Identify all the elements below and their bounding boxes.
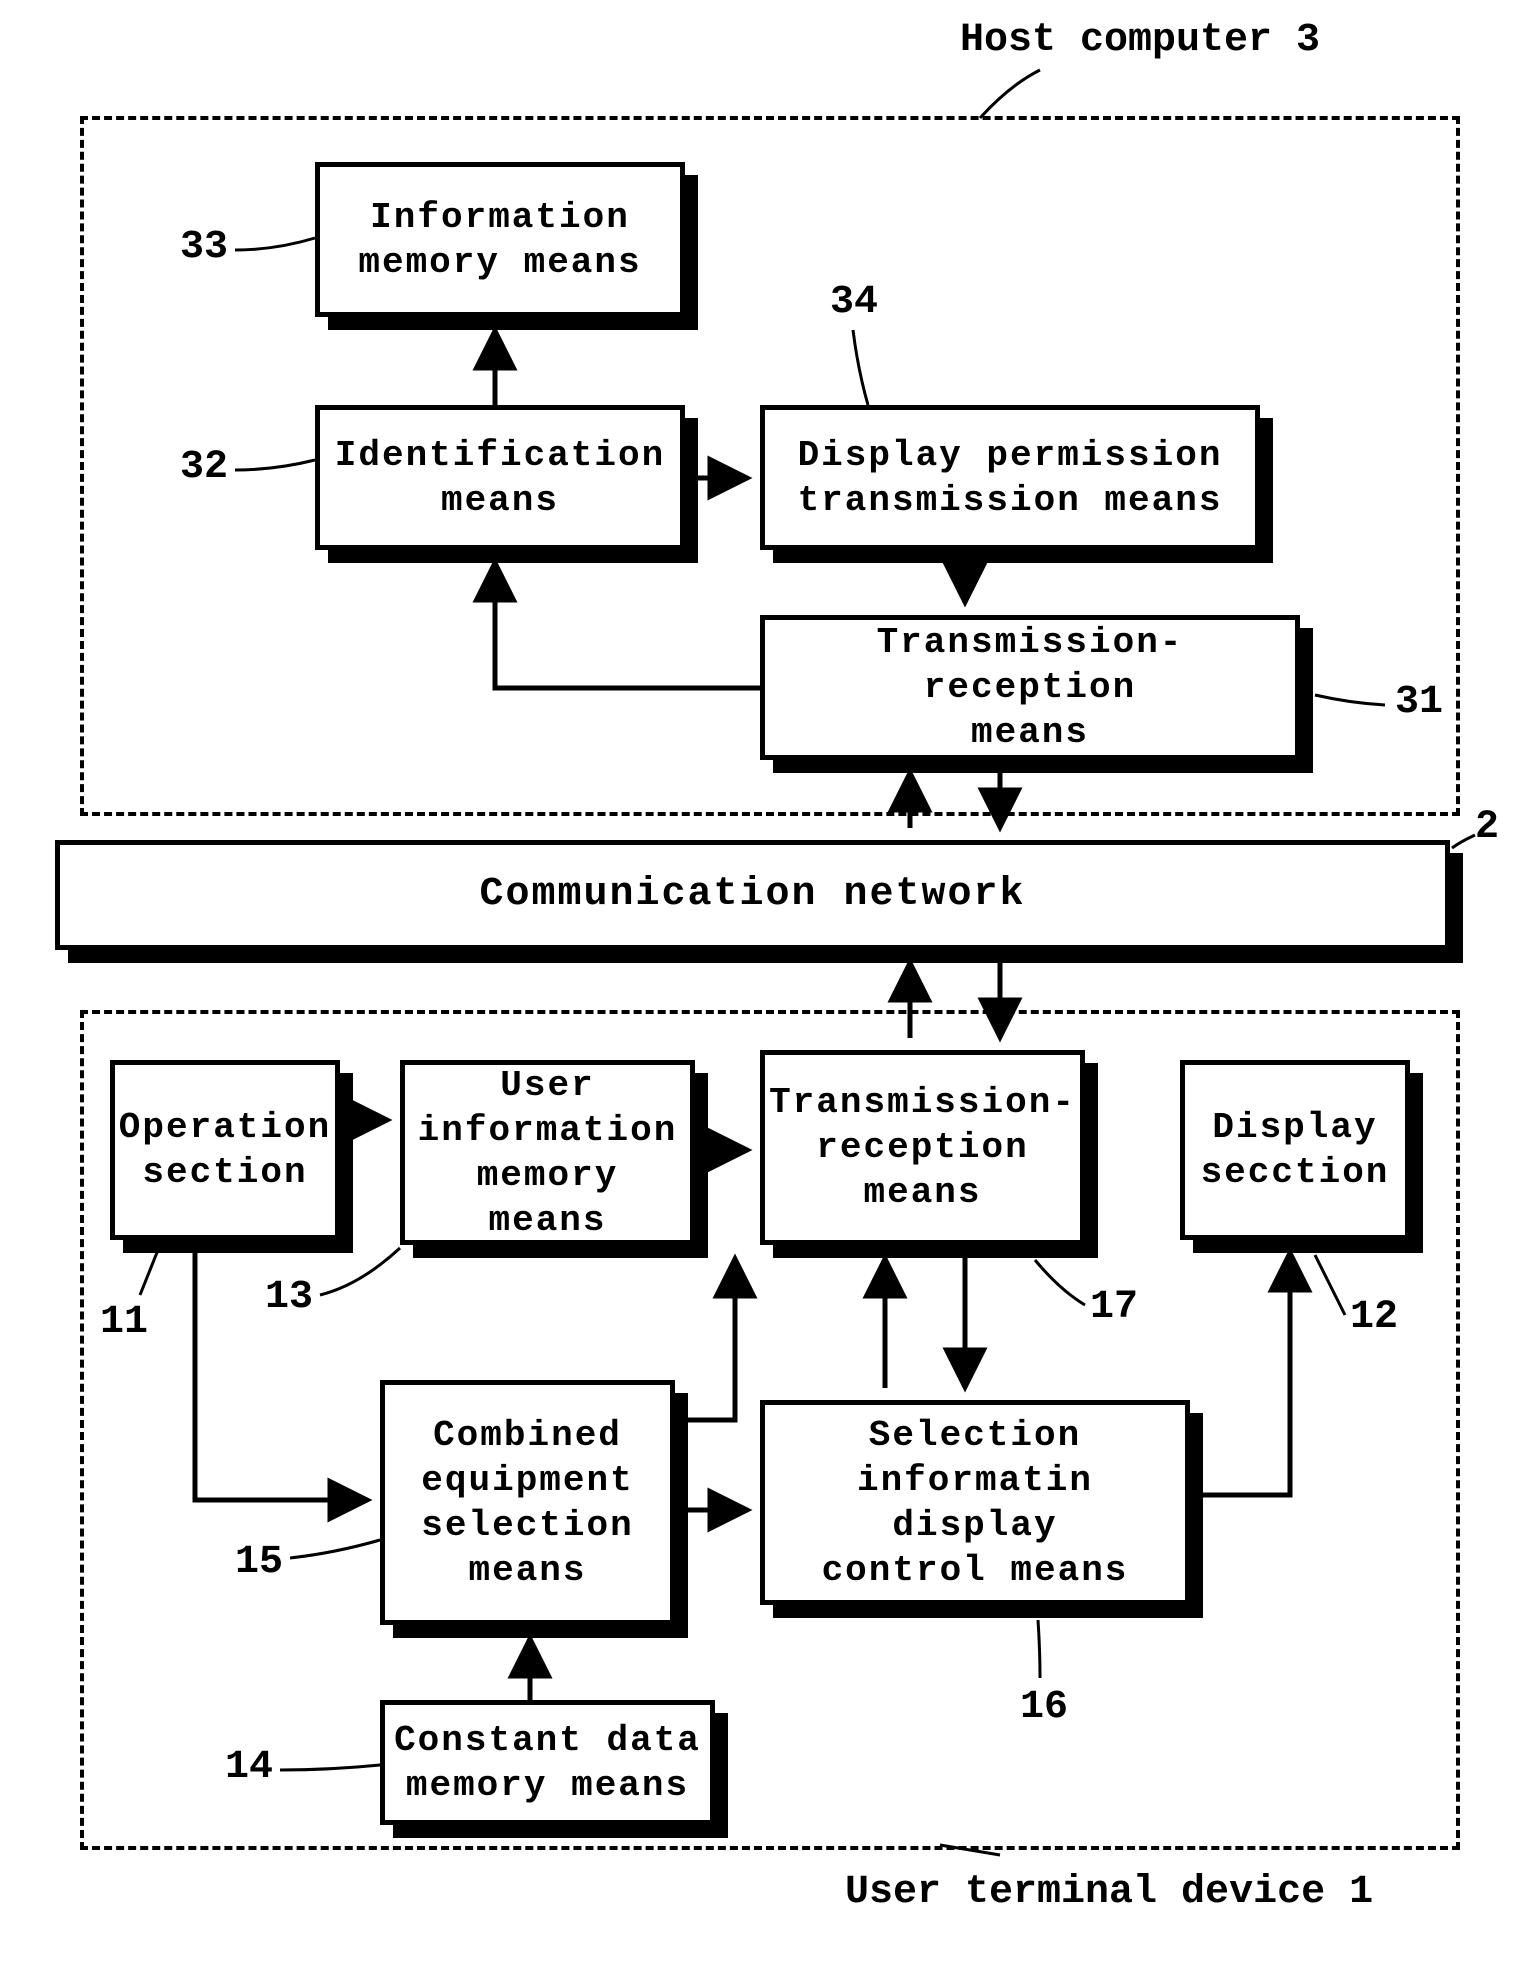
arrows xyxy=(0,0,1539,1967)
